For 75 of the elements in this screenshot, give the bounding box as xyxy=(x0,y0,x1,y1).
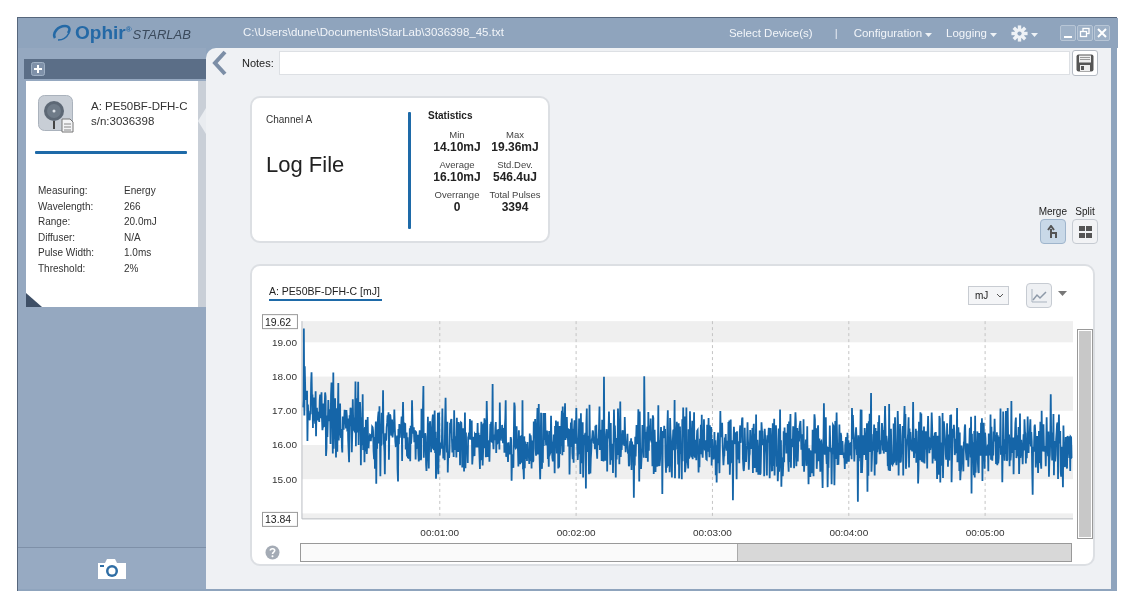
file-path: C:\Users\dune\Documents\StarLab\3036398_45.txt xyxy=(243,25,505,38)
y-min-field[interactable]: 13.84 xyxy=(262,511,298,527)
settings-icon[interactable] xyxy=(1011,24,1028,42)
statistics-title: Statistics xyxy=(428,110,474,121)
y-axis-label: 16.00 xyxy=(272,439,297,451)
merge-arrow-icon[interactable] xyxy=(1046,224,1059,239)
dropdown-caret-icon[interactable] xyxy=(1058,291,1067,296)
notes-field[interactable] xyxy=(278,51,1070,75)
property-value: 2% xyxy=(124,262,140,275)
x-axis-label: 00:04:00 xyxy=(829,526,869,538)
property-label: Diffuser: xyxy=(38,231,77,244)
add-icon[interactable] xyxy=(31,62,45,76)
y-axis-label: 19.00 xyxy=(272,336,297,348)
line-chart-icon[interactable] xyxy=(1031,288,1047,303)
mode-title: Log File xyxy=(266,152,346,178)
property-label: Threshold: xyxy=(38,262,87,275)
property-label: Pulse Width: xyxy=(38,247,96,260)
stat-label: Max xyxy=(506,128,524,141)
chart-type-button[interactable] xyxy=(1026,283,1052,308)
property-value: Energy xyxy=(124,185,157,198)
x-axis-label: 00:05:00 xyxy=(965,526,1005,538)
device-name: A: PE50BF-DFH-C xyxy=(91,99,188,114)
caret-icon[interactable] xyxy=(1031,33,1038,37)
back-chevron-icon[interactable] xyxy=(212,50,228,76)
property-value: 1.0ms xyxy=(124,247,153,260)
stat-label: Overrange xyxy=(434,188,480,201)
stat-label: Min xyxy=(449,128,465,141)
property-value: 266 xyxy=(124,200,142,213)
stat-value: 0 xyxy=(453,201,461,214)
logo-swoosh-icon xyxy=(52,24,72,42)
y-axis-label: 17.00 xyxy=(272,405,297,417)
chart-title: A: PE50BF-DFH-C [mJ] xyxy=(269,285,382,301)
x-axis-label: 00:02:00 xyxy=(556,526,596,538)
property-label: Range: xyxy=(38,216,72,229)
stat-label: Std.Dev. xyxy=(497,158,533,171)
property-label: Measuring: xyxy=(38,185,89,198)
x-axis-label: 00:01:00 xyxy=(420,526,460,538)
caret-icon[interactable] xyxy=(990,33,997,37)
collapse-corner-icon[interactable] xyxy=(26,293,42,307)
stat-value: 19.36mJ xyxy=(491,141,539,154)
unit-select[interactable]: mJ xyxy=(968,286,1009,305)
view-mode-label: Merge xyxy=(1038,206,1067,217)
property-label: Wavelength: xyxy=(38,200,95,213)
horizontal-scrollbar[interactable] xyxy=(300,543,1072,562)
vertical-scrollbar[interactable] xyxy=(1077,329,1093,539)
split-button[interactable] xyxy=(1072,219,1098,244)
view-mode-label: Split xyxy=(1075,206,1095,217)
menu-separator: | xyxy=(834,27,838,39)
chevron-down-icon[interactable] xyxy=(997,293,1004,298)
y-axis-label: 18.00 xyxy=(272,371,297,383)
restore-icon[interactable] xyxy=(1077,25,1093,41)
stat-value: 16.10mJ xyxy=(433,171,481,184)
stat-label: Average xyxy=(439,158,475,171)
stat-value: 3394 xyxy=(501,201,529,214)
property-value: N/A xyxy=(124,231,142,244)
sensor-icon xyxy=(38,95,75,133)
stat-value: 14.10mJ xyxy=(433,141,481,154)
notes-label: Notes: xyxy=(242,57,274,69)
logo-brand: Ophir$^{®}$ xyxy=(75,22,132,44)
serial-number: s/n:3036398 xyxy=(91,114,156,129)
property-value: 20.0mJ xyxy=(124,216,158,229)
help-icon[interactable] xyxy=(265,545,280,560)
x-axis-label: 00:03:00 xyxy=(693,526,732,538)
logo-product: STARLAB xyxy=(132,27,191,42)
camera-icon[interactable] xyxy=(96,557,128,580)
grid-icon[interactable] xyxy=(1078,225,1092,238)
y-max-field[interactable]: 19.62 xyxy=(262,314,298,330)
y-axis-label: 15.00 xyxy=(272,473,297,485)
stat-label: Total Pulses xyxy=(489,188,541,201)
stat-value: 546.4uJ xyxy=(492,171,537,184)
minimize-icon[interactable] xyxy=(1060,25,1076,41)
caret-icon[interactable] xyxy=(925,33,933,37)
merge-button[interactable] xyxy=(1039,219,1066,244)
close-icon[interactable] xyxy=(1094,25,1110,41)
channel-label: Channel A xyxy=(266,114,314,125)
